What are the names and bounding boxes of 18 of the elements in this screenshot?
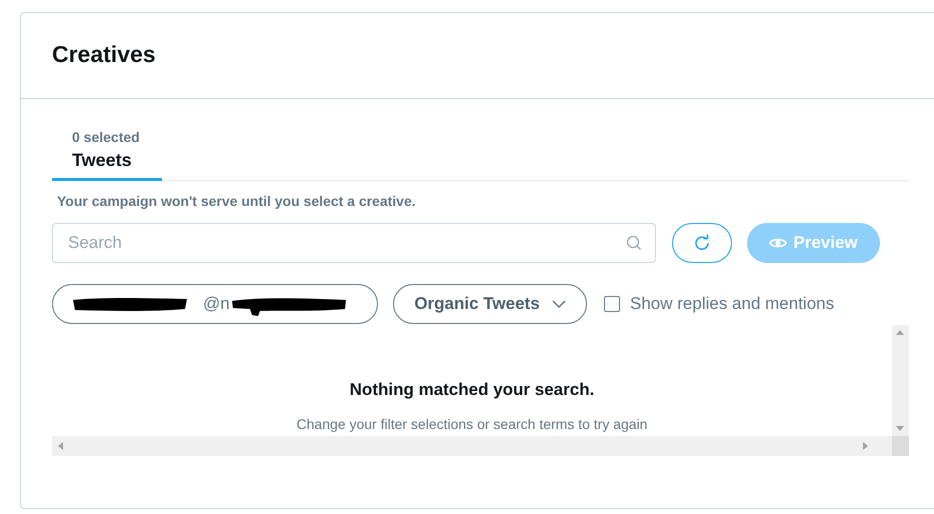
account-dropdown[interactable]: @n	[52, 284, 378, 324]
search-field[interactable]: Search	[52, 223, 656, 263]
tab[interactable]: 0 selected Tweets	[52, 129, 162, 181]
eye-icon	[769, 236, 788, 250]
chevron-down-icon	[552, 300, 566, 308]
notice-text: Your campaign won't serve until you select a creative.	[56, 192, 417, 211]
empty-hint: Change your filter selections or search terms to try again	[296, 416, 648, 432]
vertical-scrollbar[interactable]	[892, 325, 909, 436]
checkbox-label: Show replies and mentions	[630, 294, 834, 314]
refresh-icon	[693, 234, 711, 252]
refresh-button[interactable]	[672, 223, 732, 263]
checkbox[interactable]	[604, 296, 620, 312]
tweet-type-dropdown[interactable]: Organic Tweets	[393, 284, 587, 324]
empty-title: Nothing matched your search.	[348, 380, 596, 400]
horizontal-scrollbar[interactable]	[52, 436, 892, 456]
panel-title: Creatives	[52, 41, 156, 68]
search-icon	[626, 235, 642, 251]
scrollbar-corner	[892, 436, 909, 456]
